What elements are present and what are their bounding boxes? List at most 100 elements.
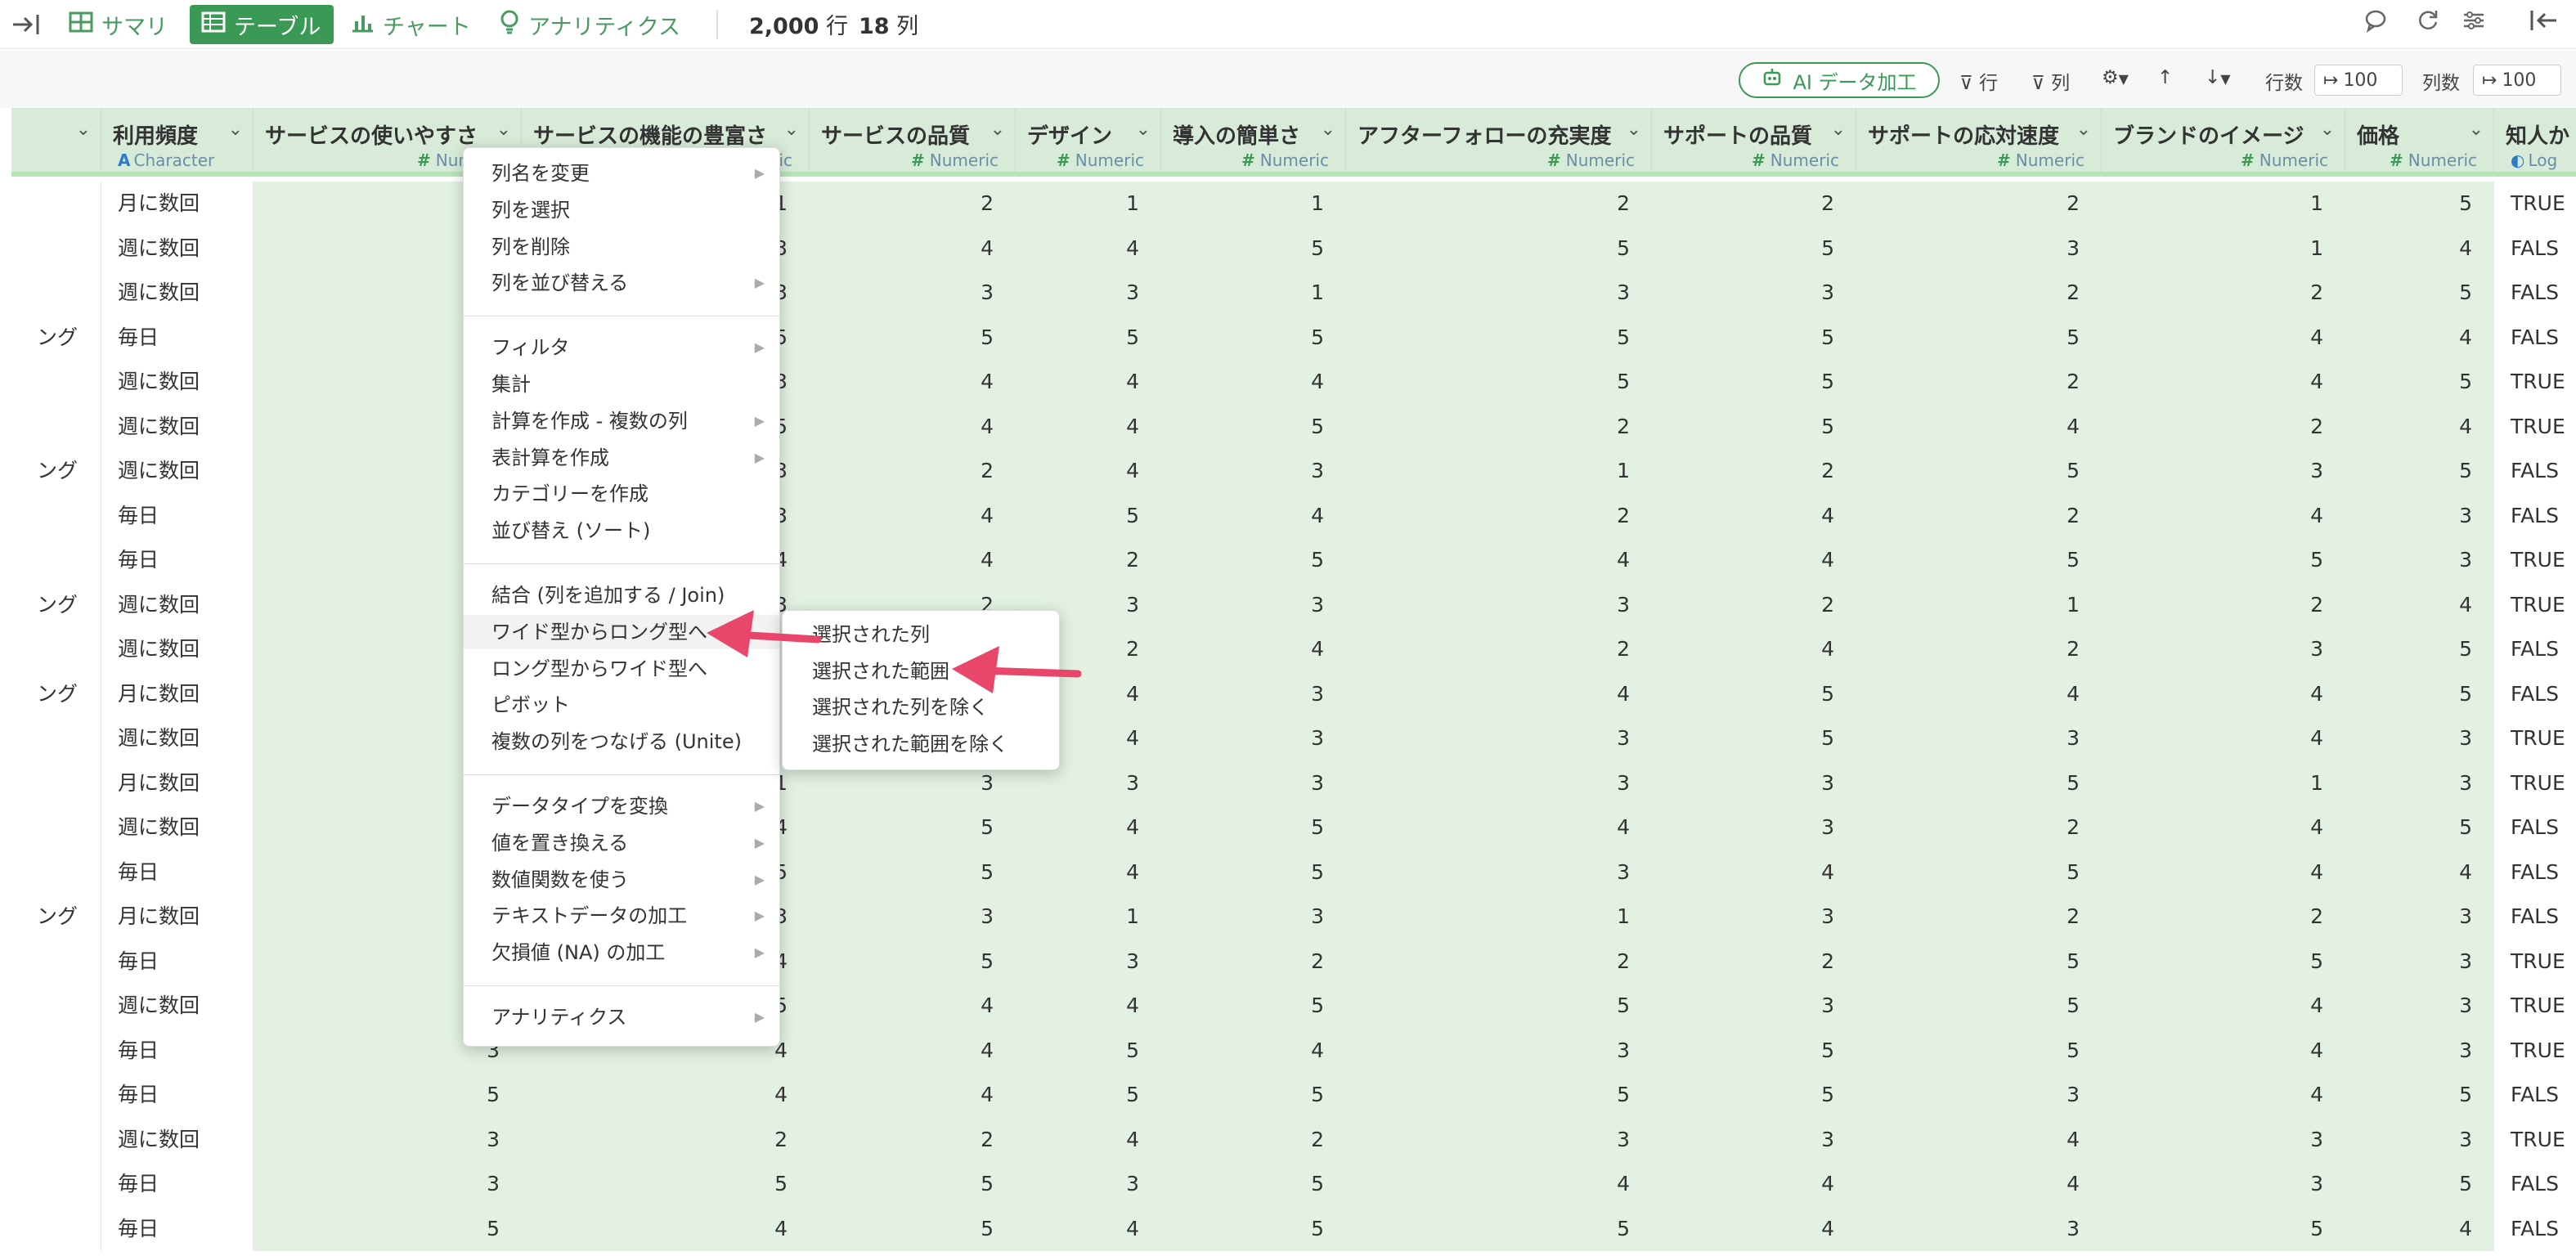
table-cell[interactable]: 4 [1346,538,1652,583]
table-cell[interactable]: 4 [810,404,1016,449]
table-cell[interactable] [11,1162,101,1207]
table-cell[interactable]: 4 [810,360,1016,405]
table-cell[interactable]: 3 [1652,760,1856,805]
table-cell[interactable]: 5 [1161,226,1346,271]
table-cell[interactable]: FALS [2494,1206,2576,1251]
table-cell[interactable]: 3 [1161,449,1346,494]
table-cell[interactable]: 4 [1016,805,1161,850]
table-cell[interactable]: 毎日 [101,1206,254,1251]
table-cell[interactable]: 4 [2102,805,2345,850]
table-cell[interactable]: 5 [1161,850,1346,895]
table-cell[interactable]: 5 [2345,805,2494,850]
table-cell[interactable]: 4 [2102,984,2345,1029]
chevron-down-icon[interactable]: ⌄ [1136,119,1151,140]
table-cell[interactable]: 5 [1161,1162,1346,1207]
table-cell[interactable]: ング [11,582,101,627]
table-cell[interactable]: 4 [1016,449,1161,494]
table-cell[interactable]: 3 [810,271,1016,316]
table-cell[interactable]: 1 [2102,760,2345,805]
table-cell[interactable]: FALS [2494,449,2576,494]
table-cell[interactable]: 3 [2345,538,2494,583]
table-cell[interactable]: 週に数回 [101,360,254,405]
table-cell[interactable]: 4 [1016,1206,1161,1251]
table-cell[interactable]: 2 [1856,627,2102,672]
table-cell[interactable]: 5 [1346,360,1652,405]
table-cell[interactable] [11,716,101,761]
table-cell[interactable]: 4 [1856,1117,2102,1162]
table-cell[interactable]: 週に数回 [101,271,254,316]
table-cell[interactable]: 3 [254,1162,522,1207]
table-cell[interactable] [11,1206,101,1251]
table-cell[interactable]: 3 [2345,1028,2494,1073]
table-cell[interactable]: 3 [1856,1073,2102,1118]
table-cell[interactable]: 4 [2345,404,2494,449]
table-cell[interactable]: 5 [810,939,1016,984]
table-cell[interactable]: 2 [1856,805,2102,850]
table-cell[interactable]: 2 [1856,493,2102,538]
menu-item[interactable]: 値を置き換える ▶ [464,826,779,860]
table-cell[interactable]: 4 [1016,984,1161,1029]
table-cell[interactable] [11,360,101,405]
chevron-down-icon[interactable]: ⌄ [2320,119,2335,140]
table-cell[interactable] [11,493,101,538]
table-cell[interactable]: FALS [2494,1162,2576,1207]
table-cell[interactable]: 3 [2102,1117,2345,1162]
table-cell[interactable]: 5 [1856,984,2102,1029]
menu-item[interactable]: 計算を作成 - 複数の列 ▶ [464,404,779,438]
table-cell[interactable]: 2 [1652,582,1856,627]
table-cell[interactable]: 5 [2345,1073,2494,1118]
table-cell[interactable]: 週に数回 [101,627,254,672]
table-cell[interactable]: 5 [1346,226,1652,271]
table-cell[interactable]: 毎日 [101,1162,254,1207]
table-cell[interactable]: 4 [1161,360,1346,405]
table-cell[interactable]: 3 [1161,582,1346,627]
table-cell[interactable]: 2 [1346,627,1652,672]
table-cell[interactable]: 3 [1652,271,1856,316]
chevron-down-icon[interactable]: ⌄ [76,119,91,140]
table-cell[interactable]: 3 [1016,271,1161,316]
download-menu-button[interactable]: ↓▼ [2205,67,2231,88]
table-cell[interactable]: FALS [2494,671,2576,716]
table-cell[interactable]: 5 [1346,315,1652,360]
table-cell[interactable]: 2 [1652,182,1856,227]
table-cell[interactable]: 4 [1016,850,1161,895]
menu-item[interactable]: データタイプを変換 ▶ [464,789,779,823]
table-cell[interactable]: 4 [2345,582,2494,627]
table-cell[interactable]: 週に数回 [101,404,254,449]
table-cell[interactable]: 週に数回 [101,582,254,627]
settings-sliders-icon[interactable] [2462,8,2486,39]
table-cell[interactable] [11,404,101,449]
tab-table[interactable]: テーブル [190,5,334,44]
table-cell[interactable]: 1 [2102,182,2345,227]
table-cell[interactable]: 5 [1652,1028,1856,1073]
refresh-icon[interactable] [2416,8,2440,39]
menu-item[interactable]: アナリティクス ▶ [464,1000,779,1034]
chevron-down-icon[interactable]: ⌄ [1321,119,1335,140]
table-cell[interactable]: 4 [2102,493,2345,538]
table-cell[interactable]: 4 [1346,671,1652,716]
submenu-item[interactable]: 選択された範囲を除く [783,727,1059,761]
table-cell[interactable]: ング [11,315,101,360]
settings-menu-button[interactable]: ⚙▼ [2102,67,2129,88]
table-cell[interactable]: 4 [810,1028,1016,1073]
column-filter-button[interactable]: ⊽ 列 [2031,67,2070,95]
table-cell[interactable]: TRUE [2494,984,2576,1029]
table-cell[interactable]: 3 [1346,1028,1652,1073]
table-cell[interactable]: 2 [1161,939,1346,984]
table-cell[interactable]: TRUE [2494,1117,2576,1162]
table-cell[interactable]: 5 [1016,315,1161,360]
table-cell[interactable]: 5 [810,1162,1016,1207]
table-cell[interactable]: 5 [1161,315,1346,360]
table-cell[interactable]: 5 [810,805,1016,850]
table-cell[interactable]: 5 [1346,984,1652,1029]
table-cell[interactable]: 1 [1161,271,1346,316]
table-cell[interactable]: 4 [2102,315,2345,360]
table-cell[interactable]: 4 [1856,404,2102,449]
table-cell[interactable]: 2 [1346,404,1652,449]
table-cell[interactable]: 2 [2102,582,2345,627]
table-cell[interactable]: 1 [1016,182,1161,227]
table-cell[interactable]: FALS [2494,627,2576,672]
table-cell[interactable]: 5 [1652,226,1856,271]
table-cell[interactable]: 週に数回 [101,984,254,1029]
table-cell[interactable]: 3 [1161,716,1346,761]
